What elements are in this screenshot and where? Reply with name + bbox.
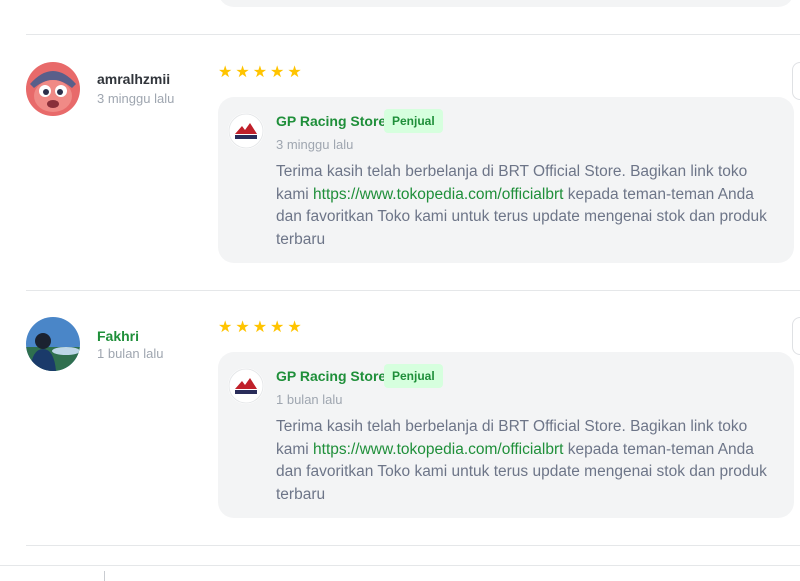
review-time: 1 bulan lalu (97, 346, 164, 361)
divider (26, 34, 800, 35)
divider (26, 545, 800, 546)
reply-text: Terima kasih telah berbelanja di BRT Off… (276, 161, 776, 251)
seller-reply: GP Racing Store Penjual 1 bulan lalu Ter… (218, 352, 794, 518)
store-link[interactable]: https://www.tokopedia.com/officialbrt (313, 186, 563, 203)
store-name[interactable]: GP Racing Store (276, 368, 386, 384)
star-icon: ★ (218, 64, 233, 81)
reply-time: 3 minggu lalu (276, 137, 354, 152)
store-name[interactable]: GP Racing Store (276, 113, 386, 129)
store-link[interactable]: https://www.tokopedia.com/officialbrt (313, 441, 563, 458)
cartoon-avatar-icon[interactable] (26, 62, 80, 116)
star-icon: ★ (287, 64, 302, 81)
reply-time: 1 bulan lalu (276, 392, 343, 407)
star-rating: ★ ★ ★ ★ ★ (218, 65, 302, 81)
star-icon: ★ (287, 319, 302, 336)
reviewer-name[interactable]: amralhzmii (97, 71, 170, 87)
reviewer-name[interactable]: Fakhri (97, 328, 139, 344)
more-options-button[interactable] (792, 317, 800, 355)
star-icon: ★ (235, 319, 250, 336)
previous-reply-card (218, 0, 794, 7)
footer-divider (0, 565, 800, 566)
reply-text: Terima kasih telah berbelanja di BRT Off… (276, 416, 776, 506)
photo-avatar-icon[interactable] (26, 317, 80, 371)
star-icon: ★ (235, 64, 250, 81)
pagination-separator (104, 571, 105, 581)
seller-reply: GP Racing Store Penjual 3 minggu lalu Te… (218, 97, 794, 263)
star-icon: ★ (252, 64, 268, 81)
seller-badge: Penjual (384, 109, 443, 133)
star-rating: ★ ★ ★ ★ ★ (218, 320, 302, 336)
more-options-button[interactable] (792, 62, 800, 100)
star-icon: ★ (252, 319, 268, 336)
seller-badge: Penjual (384, 364, 443, 388)
divider (26, 290, 800, 291)
star-icon: ★ (270, 64, 285, 81)
review-time: 3 minggu lalu (97, 91, 175, 106)
store-logo-icon (228, 113, 264, 149)
star-icon: ★ (218, 319, 233, 336)
star-icon: ★ (270, 319, 285, 336)
store-logo-icon (228, 368, 264, 404)
